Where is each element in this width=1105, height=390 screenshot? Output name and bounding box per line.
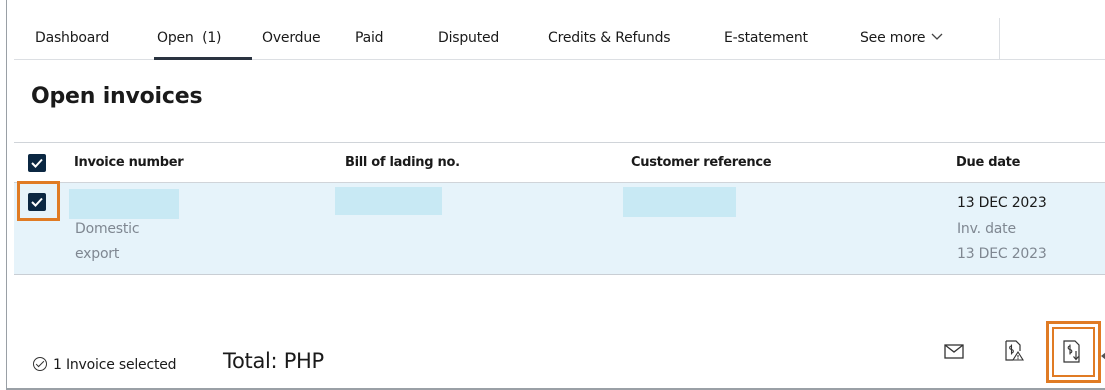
pointer-arrow-icon bbox=[1101, 352, 1105, 360]
checkmark-icon bbox=[31, 158, 43, 168]
selected-count-text: 1 Invoice selected bbox=[53, 357, 177, 373]
dispute-invoice-button[interactable] bbox=[1003, 340, 1025, 366]
checkbox-highlight-box bbox=[17, 181, 60, 221]
download-invoice-button[interactable] bbox=[1062, 340, 1084, 368]
column-header-bill-of-lading[interactable]: Bill of lading no. bbox=[345, 155, 460, 170]
tab-dashboard[interactable]: Dashboard bbox=[35, 30, 109, 46]
redacted-customer-reference bbox=[623, 187, 736, 217]
invoice-type-line1: Domestic bbox=[75, 221, 140, 237]
tab-open[interactable]: Open (1) bbox=[157, 30, 222, 46]
column-header-due-date[interactable]: Due date bbox=[956, 155, 1020, 170]
download-invoice-icon bbox=[1063, 340, 1080, 363]
total-amount: Total: PHP bbox=[223, 349, 324, 373]
chevron-down-icon bbox=[931, 30, 943, 44]
select-all-checkbox[interactable] bbox=[28, 154, 46, 172]
due-date-value: 13 DEC 2023 bbox=[957, 195, 1047, 211]
mail-icon bbox=[944, 344, 964, 359]
invoice-tabs: Dashboard Open (1) Overdue Paid Disputed… bbox=[14, 0, 1105, 60]
tab-disputed[interactable]: Disputed bbox=[438, 30, 499, 46]
table-header: Invoice number Bill of lading no. Custom… bbox=[14, 143, 1105, 183]
invoice-table: Invoice number Bill of lading no. Custom… bbox=[14, 142, 1105, 275]
invoice-type-line2: export bbox=[75, 246, 120, 262]
tab-overdue[interactable]: Overdue bbox=[262, 30, 321, 46]
circle-check-icon bbox=[33, 357, 47, 371]
redacted-bill-of-lading bbox=[335, 187, 442, 215]
active-tab-indicator bbox=[154, 57, 252, 60]
redacted-invoice-number bbox=[69, 189, 179, 219]
tab-e-statement[interactable]: E-statement bbox=[724, 30, 808, 46]
tab-credits-refunds[interactable]: Credits & Refunds bbox=[548, 30, 671, 46]
tab-paid[interactable]: Paid bbox=[355, 30, 384, 46]
column-header-invoice-number[interactable]: Invoice number bbox=[74, 155, 184, 170]
tab-see-more[interactable]: See more bbox=[860, 30, 943, 46]
dispute-invoice-icon bbox=[1005, 340, 1024, 361]
page-title: Open invoices bbox=[31, 84, 203, 109]
selection-summary: 1 Invoice selected bbox=[33, 357, 177, 373]
see-more-label: See more bbox=[860, 30, 926, 46]
inv-date-label: Inv. date bbox=[957, 221, 1016, 237]
column-header-customer-reference[interactable]: Customer reference bbox=[631, 155, 772, 170]
inv-date-value: 13 DEC 2023 bbox=[957, 246, 1047, 262]
email-invoice-button[interactable] bbox=[944, 344, 964, 363]
table-row[interactable]: Domestic export 13 DEC 2023 Inv. date 13… bbox=[14, 183, 1105, 275]
tab-divider bbox=[999, 18, 1000, 60]
left-border bbox=[6, 0, 7, 390]
